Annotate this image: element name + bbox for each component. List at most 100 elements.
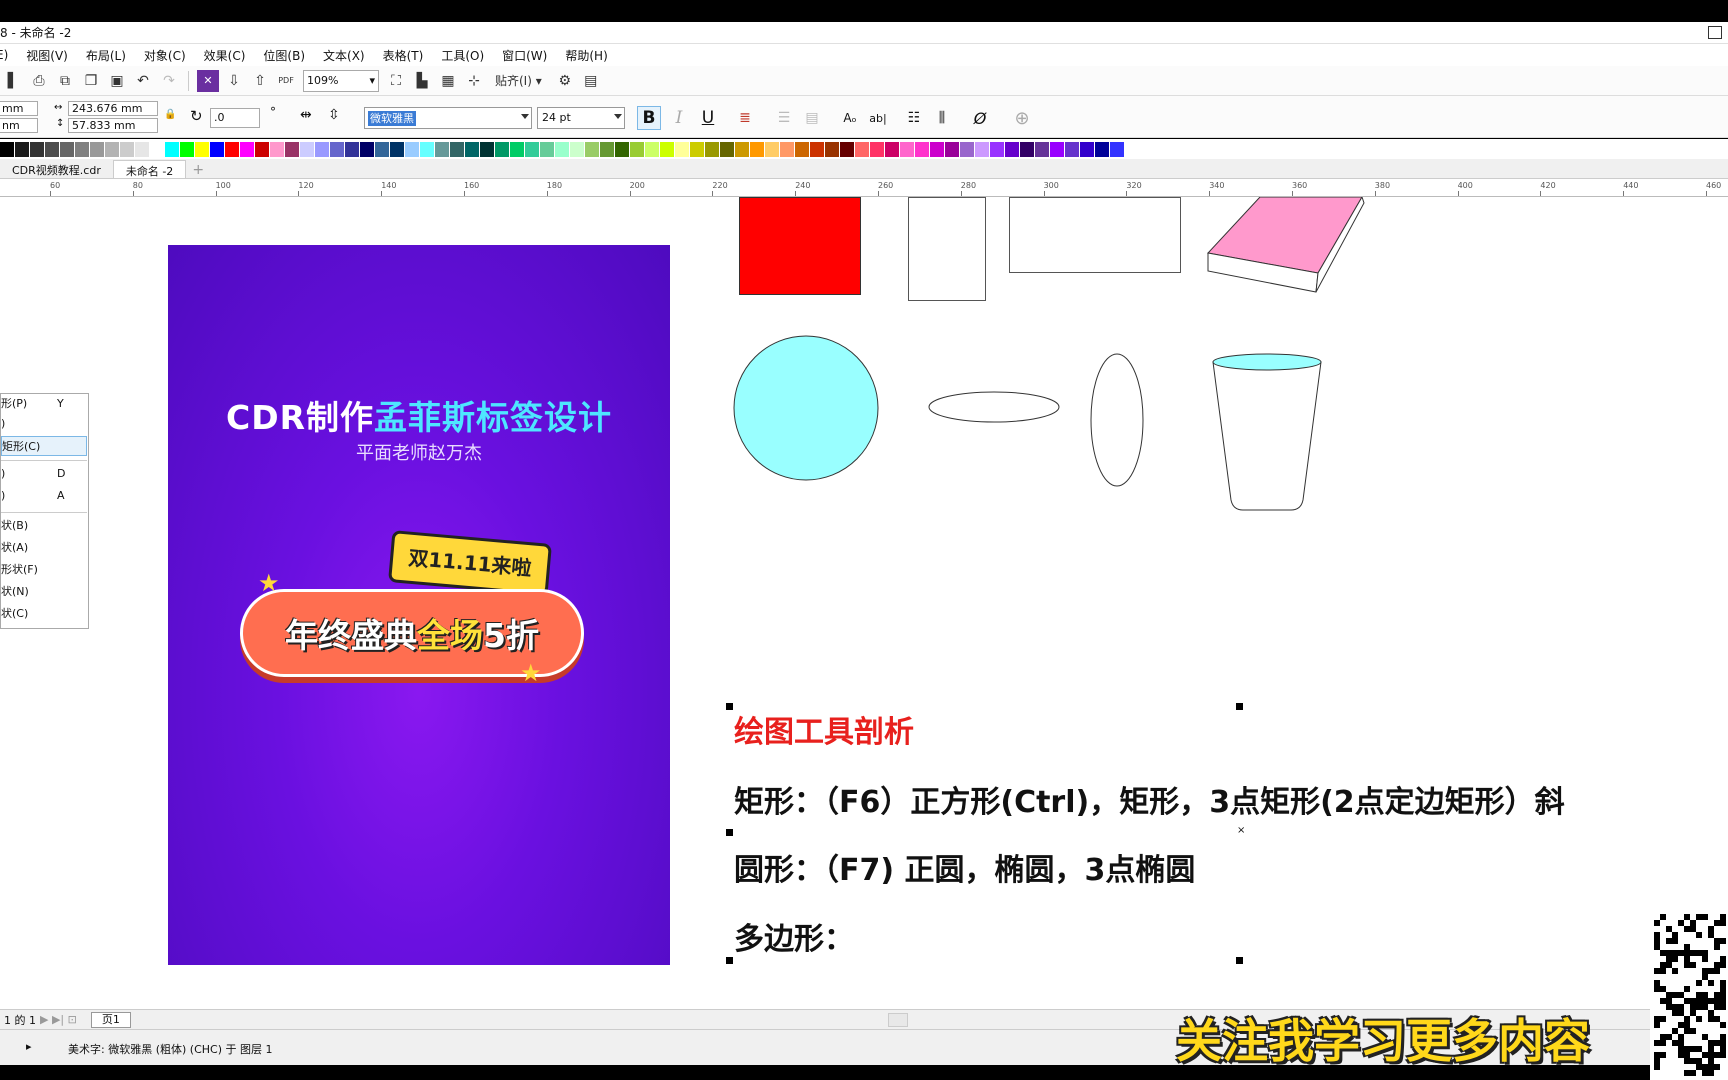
menu-bitmap[interactable]: 位图(B) bbox=[263, 47, 305, 64]
flyout-item-10[interactable]: 状(C) bbox=[1, 604, 87, 624]
italic-button[interactable]: I bbox=[667, 106, 691, 130]
menu-effects[interactable]: 效果(C) bbox=[204, 47, 246, 64]
application-launcher-icon[interactable]: ▤ bbox=[580, 70, 602, 92]
edit-text-icon[interactable]: ab| bbox=[866, 106, 890, 130]
tall-rectangle[interactable] bbox=[908, 197, 986, 301]
color-swatch[interactable] bbox=[810, 141, 825, 157]
color-swatch[interactable] bbox=[165, 141, 180, 157]
search-content-icon[interactable]: ✕ bbox=[197, 69, 219, 92]
color-swatch[interactable] bbox=[285, 141, 300, 157]
vertical-text-icon[interactable]: ⫼ bbox=[930, 106, 954, 130]
add-icon[interactable]: ⊕ bbox=[1010, 106, 1034, 130]
menu-table[interactable]: 表格(T) bbox=[383, 47, 424, 64]
snap-to-menu[interactable]: 贴齐(I) ▾ bbox=[495, 70, 542, 92]
color-swatch[interactable] bbox=[420, 141, 435, 157]
poster-artwork[interactable]: CDR制作孟菲斯标签设计 平面老师赵万杰 双11.11来啦 年终盛典 全场 5折 ★… bbox=[168, 245, 670, 965]
color-swatch[interactable] bbox=[720, 141, 735, 157]
color-swatch[interactable] bbox=[495, 141, 510, 157]
horizontal-ellipse[interactable] bbox=[927, 390, 1061, 424]
doc-heading[interactable]: 绘图工具剖析 bbox=[734, 707, 914, 751]
doc-line-rectangle[interactable]: 矩形：（F6）正方形(Ctrl)，矩形，3点矩形(2点定边矩形）斜 bbox=[734, 777, 1565, 821]
color-swatch[interactable] bbox=[1095, 141, 1110, 157]
y-position-field[interactable]: nm bbox=[0, 118, 38, 133]
guidelines-icon[interactable]: ⊹ bbox=[463, 70, 485, 92]
doc-line-polygon[interactable]: 多边形： bbox=[734, 914, 854, 958]
underline-button[interactable]: U bbox=[696, 106, 720, 130]
color-swatch[interactable] bbox=[330, 141, 345, 157]
menu-tools[interactable]: 工具(O) bbox=[441, 47, 484, 64]
red-rectangle[interactable] bbox=[739, 197, 861, 295]
copy-icon[interactable]: ❐ bbox=[80, 70, 102, 92]
print-icon[interactable]: ⎙ bbox=[28, 70, 50, 92]
color-swatch[interactable] bbox=[825, 141, 840, 157]
color-swatch[interactable] bbox=[30, 141, 45, 157]
text-align-icon[interactable]: ≣ bbox=[733, 106, 757, 130]
color-swatch[interactable] bbox=[525, 141, 540, 157]
selection-handle[interactable] bbox=[726, 829, 733, 836]
menu-window[interactable]: 窗口(W) bbox=[502, 47, 547, 64]
color-swatch[interactable] bbox=[1050, 141, 1065, 157]
mirror-vertical-icon[interactable]: ⇳ bbox=[328, 107, 340, 123]
color-swatch[interactable] bbox=[840, 141, 855, 157]
color-swatch[interactable] bbox=[225, 141, 240, 157]
color-swatch[interactable] bbox=[120, 141, 135, 157]
color-swatch[interactable] bbox=[1110, 141, 1125, 157]
rulers-icon[interactable]: ▙ bbox=[411, 70, 433, 92]
color-swatch[interactable] bbox=[375, 141, 390, 157]
interactive-opentype-icon[interactable]: Ø bbox=[968, 106, 992, 130]
full-screen-icon[interactable]: ⛶ bbox=[385, 70, 407, 92]
horizontal-text-icon[interactable]: ☷ bbox=[902, 106, 926, 130]
import-icon[interactable]: ⇩ bbox=[223, 70, 245, 92]
color-swatch[interactable] bbox=[270, 141, 285, 157]
color-swatch[interactable] bbox=[750, 141, 765, 157]
color-swatch[interactable] bbox=[240, 141, 255, 157]
object-height-field[interactable]: 57.833 mm bbox=[68, 118, 158, 133]
color-swatch[interactable] bbox=[45, 141, 60, 157]
color-swatch[interactable] bbox=[900, 141, 915, 157]
color-swatch[interactable] bbox=[975, 141, 990, 157]
drawing-canvas[interactable]: 形(P) Y ) 矩形(C) ) D ) A 状(B) 状(A) 形状(F) 状(N)… bbox=[0, 197, 1728, 1009]
color-swatch[interactable] bbox=[1080, 141, 1095, 157]
flyout-item-9[interactable]: 状(N) bbox=[1, 582, 87, 602]
save-icon[interactable]: ▌ bbox=[2, 70, 24, 92]
vertical-ellipse[interactable] bbox=[1089, 352, 1145, 488]
color-swatch[interactable] bbox=[135, 141, 150, 157]
color-swatch[interactable] bbox=[195, 141, 210, 157]
selection-handle[interactable] bbox=[1236, 957, 1243, 964]
color-swatch[interactable] bbox=[930, 141, 945, 157]
color-swatch[interactable] bbox=[435, 141, 450, 157]
flyout-item-4[interactable]: ) D bbox=[1, 464, 87, 484]
menu-edit[interactable]: E) bbox=[0, 48, 8, 62]
color-swatch[interactable] bbox=[675, 141, 690, 157]
menu-view[interactable]: 视图(V) bbox=[26, 47, 68, 64]
color-swatch[interactable] bbox=[585, 141, 600, 157]
color-swatch[interactable] bbox=[555, 141, 570, 157]
color-swatch[interactable] bbox=[390, 141, 405, 157]
color-swatch[interactable] bbox=[450, 141, 465, 157]
color-swatch[interactable] bbox=[600, 141, 615, 157]
lock-ratio-icon[interactable]: 🔒 bbox=[164, 109, 176, 120]
pink-3d-box[interactable] bbox=[1200, 197, 1370, 315]
color-swatch[interactable] bbox=[0, 141, 15, 157]
pdf-icon[interactable]: PDF bbox=[275, 70, 297, 92]
color-swatch[interactable] bbox=[90, 141, 105, 157]
color-swatch[interactable] bbox=[60, 141, 75, 157]
color-swatch[interactable] bbox=[360, 141, 375, 157]
drop-cap-icon[interactable]: ▤ bbox=[800, 106, 824, 130]
bullet-list-icon[interactable]: ☰ bbox=[772, 106, 796, 130]
undo-icon[interactable]: ↶ bbox=[132, 70, 154, 92]
page-nav-icons[interactable]: ▶ ▶| ⊡ bbox=[40, 1013, 77, 1026]
redo-icon[interactable]: ↷ bbox=[158, 70, 180, 92]
color-swatch[interactable] bbox=[570, 141, 585, 157]
color-swatch[interactable] bbox=[615, 141, 630, 157]
add-tab-icon[interactable]: + bbox=[192, 162, 204, 178]
flyout-item-8[interactable]: 形状(F) bbox=[1, 560, 87, 580]
color-swatch[interactable] bbox=[780, 141, 795, 157]
color-swatch[interactable] bbox=[645, 141, 660, 157]
tab-untitled-2[interactable]: 未命名 -2 bbox=[112, 160, 187, 178]
selection-handle[interactable] bbox=[726, 703, 733, 710]
flyout-item-5[interactable]: ) A bbox=[1, 486, 87, 506]
flyout-item-2[interactable]: ) bbox=[1, 414, 87, 434]
flyout-item-7[interactable]: 状(A) bbox=[1, 538, 87, 558]
page-tab-1[interactable]: 页1 bbox=[90, 1011, 131, 1028]
